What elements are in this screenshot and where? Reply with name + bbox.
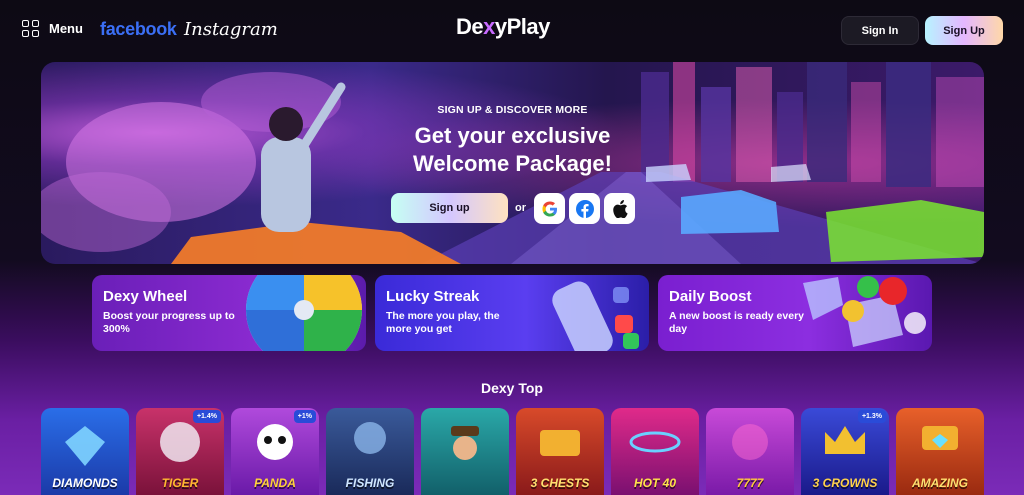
apple-icon [612,199,628,218]
facebook-logo[interactable]: facebook [100,19,177,40]
game-boost-badge: +1% [293,410,316,423]
game-name: HOT 40 [633,476,676,490]
menu-label: Menu [49,21,83,36]
hero-title-line-2: Welcome Package! [413,151,612,176]
promo-title: Dexy Wheel [103,288,188,305]
promo-card-lucky-streak[interactable]: Lucky Streak The more you play, the more… [375,275,649,351]
hero-title: Get your exclusive Welcome Package! [41,122,984,178]
facebook-signin-button[interactable] [569,193,600,224]
sign-in-button[interactable]: Sign In [841,16,919,45]
game-name: TIGER [161,476,199,490]
promo-card-daily-boost[interactable]: Daily Boost A new boost is ready every d… [658,275,932,351]
game-tile-big-catch[interactable] [421,408,509,495]
game-name: 3 CHESTS [530,476,590,490]
brand-x: x [483,14,495,39]
hero-eyebrow: SIGN UP & DISCOVER MORE [437,104,588,116]
game-name: PANDA [254,476,296,490]
section-title: Dexy Top [481,380,543,396]
sign-up-button[interactable]: Sign Up [925,16,1003,45]
top-header: Menu facebook Instagram DexyPlay Sign In… [0,0,1024,62]
instagram-logo[interactable]: Instagram [184,19,278,40]
game-tile-luck-panda[interactable]: +1% PANDA [231,408,319,495]
game-name: 3 CROWNS [812,476,878,490]
promo-description: A new boost is ready every day [669,310,804,335]
promo-card-dexy-wheel[interactable]: Dexy Wheel Boost your progress up to 300… [92,275,366,351]
google-icon [542,201,557,216]
welcome-banner: SIGN UP & DISCOVER MORE Get your exclusi… [41,62,984,264]
apple-signin-button[interactable] [604,193,635,224]
game-tile-7777[interactable]: 7777 [706,408,794,495]
promo-description: The more you play, the more you get [386,310,500,335]
game-tile-luck-of-tiger[interactable]: +1.4% TIGER [136,408,224,495]
game-boost-badge: +1.3% [857,410,886,423]
game-tile-ice-fire-fishing[interactable]: FISHING [326,408,414,495]
or-label: or [515,202,526,214]
brand-text-1: De [456,14,484,39]
wheel-icon [246,275,362,351]
game-name: AMAZING [912,476,968,490]
promo-title: Daily Boost [669,288,752,305]
brand-text-2: yPlay [494,14,551,39]
hero-sign-up-button[interactable]: Sign up [391,193,508,223]
game-name: DIAMONDS [52,476,118,490]
game-tile-3-crowns[interactable]: +1.3% 3 CROWNS [801,408,889,495]
cowboy-icon [451,426,479,460]
menu-button[interactable]: Menu [22,20,83,37]
promo-title: Lucky Streak [386,288,480,305]
game-boost-badge: +1.4% [192,410,221,423]
game-tile-amazing-diamonds[interactable]: AMAZING [896,408,984,495]
hero-title-line-1: Get your exclusive [414,123,611,148]
game-name: 7777 [736,476,764,490]
brand-logo[interactable]: DexyPlay [456,14,550,40]
promo-description: Boost your progress up to 300% [103,310,235,335]
bottle-dice-illustration [552,281,639,351]
game-tile-3-chests[interactable]: 3 CHESTS [516,408,604,495]
facebook-icon [575,199,594,218]
game-tile-atomic-hot-40[interactable]: HOT 40 [611,408,699,495]
grid-menu-icon [22,20,39,37]
google-signin-button[interactable] [534,193,565,224]
game-tile-almighty-diamonds[interactable]: DIAMONDS [41,408,129,495]
game-name: FISHING [345,476,395,490]
